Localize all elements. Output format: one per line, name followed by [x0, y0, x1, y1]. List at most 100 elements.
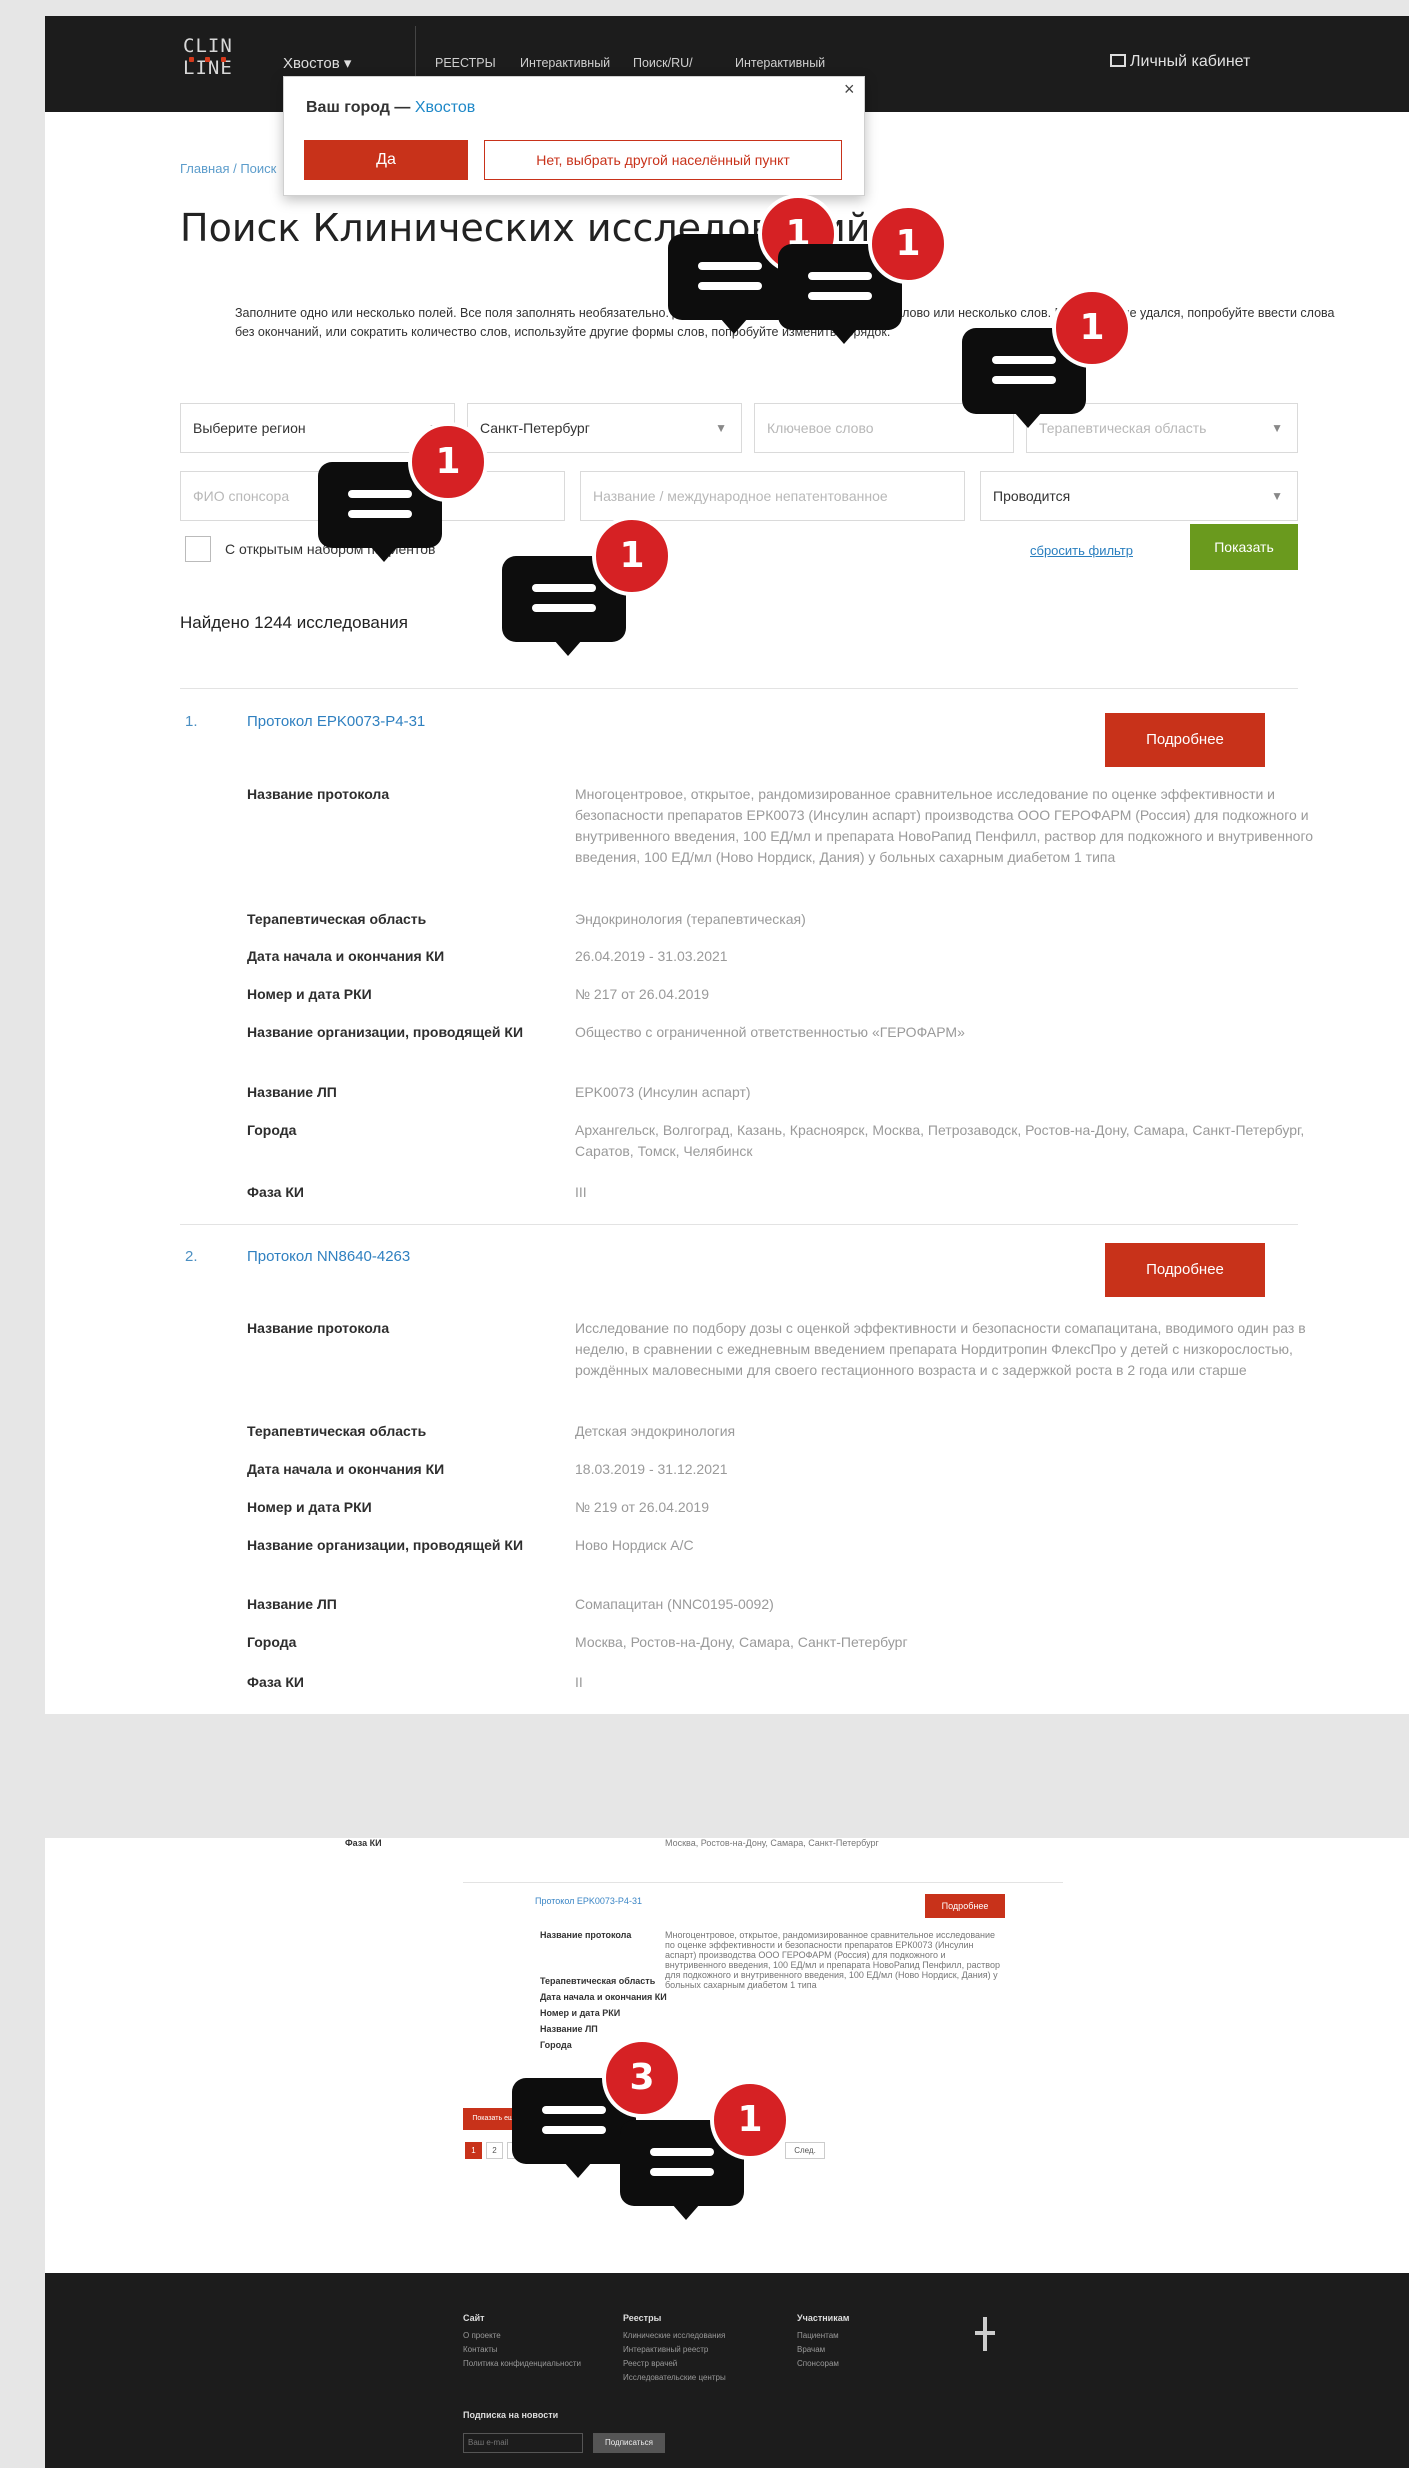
field-label: Города — [540, 2040, 572, 2050]
choose-other-city-button[interactable]: Нет, выбрать другой населённый пункт — [484, 140, 842, 180]
status-select[interactable]: Проводится ▼ — [980, 471, 1298, 521]
field-value: Многоцентровое, открытое, рандомизирован… — [575, 786, 1314, 865]
field-label: Дата начала и окончания КИ — [540, 1992, 667, 2002]
field-label: Название протокола — [540, 1930, 632, 1940]
field-value: Детская эндокринология — [575, 1423, 736, 1439]
nav-link-registries[interactable]: РЕЕСТРЫ — [435, 56, 496, 70]
clinline-logo[interactable]: CLIN LINE — [175, 32, 245, 100]
result-title-link[interactable]: Протокол EPK0073-P4-31 — [247, 713, 425, 730]
field-label: Название организации, проводящей КИ — [247, 1024, 524, 1040]
next-page-button[interactable]: След. — [785, 2142, 825, 2159]
field-value: Общество с ограниченной ответственностью… — [575, 1024, 965, 1040]
drug-name-input[interactable]: Название / международное непатентованное — [580, 471, 965, 521]
city-select[interactable]: Санкт-Петербург ▼ — [467, 403, 742, 453]
comment-count-badge: 1 — [408, 422, 488, 502]
city-switcher[interactable]: Хвостов ▾ — [283, 54, 351, 72]
field-value: EPK0073 (Инсулин аспарт) — [575, 1084, 751, 1100]
field-value: Москва, Ростов-на-Дону, Самара, Санкт-Пе… — [665, 1838, 879, 1848]
email-field[interactable]: Ваш e-mail — [463, 2433, 583, 2453]
field-label: Название протокола — [247, 786, 390, 802]
comment-count-badge: 1 — [710, 2080, 790, 2160]
field-label: Номер и дата РКИ — [540, 2008, 621, 2018]
footer-link[interactable]: Интерактивный реестр — [623, 2343, 708, 2357]
detected-city[interactable]: Хвостов — [415, 99, 475, 116]
field-value: № 217 от 26.04.2019 — [575, 986, 710, 1002]
field-value: 18.03.2019 - 31.12.2021 — [575, 1461, 728, 1477]
login-icon — [1110, 54, 1126, 67]
open-enrollment-checkbox[interactable] — [185, 536, 211, 562]
footer-link[interactable]: Политика конфиденциальности — [463, 2357, 581, 2371]
field-label: Фаза КИ — [247, 1674, 304, 1690]
field-label: Фаза КИ — [247, 1184, 304, 1200]
result-title-link[interactable]: Протокол EPK0073-P4-31 — [535, 1896, 642, 1906]
footer-link[interactable]: О проекте — [463, 2329, 501, 2343]
footer-col-title: Сайт — [463, 2313, 485, 2323]
field-value: Многоцентровое, открытое, рандомизирован… — [665, 1930, 1000, 1990]
field-label: Название организации, проводящей КИ — [247, 1537, 524, 1553]
details-button[interactable]: Подробнее — [925, 1894, 1005, 1918]
result-number: 2. — [185, 1248, 198, 1265]
field-label: Дата начала и окончания КИ — [247, 948, 445, 964]
comment-count-badge: 1 — [868, 204, 948, 284]
nav-link-search[interactable]: Поиск/RU/ — [633, 56, 693, 70]
page-button-active[interactable]: 1 — [465, 2142, 482, 2159]
field-label: Название ЛП — [540, 2024, 598, 2034]
field-label: Фаза КИ — [345, 1838, 382, 1848]
field-label: Терапевтическая область — [247, 1423, 427, 1439]
nav-link-interactive[interactable]: Интерактивный — [520, 56, 610, 70]
show-button[interactable]: Показать — [1190, 524, 1298, 570]
page-button[interactable]: 2 — [486, 2142, 503, 2159]
footer-link[interactable]: Врачам — [797, 2343, 825, 2357]
comment-bubble-icon[interactable]: 3 — [512, 2038, 682, 2178]
field-label: Города — [247, 1122, 297, 1138]
field-label: Терапевтическая область — [540, 1976, 656, 1986]
confirm-city-button[interactable]: Да — [304, 140, 468, 180]
reset-filter-link[interactable]: сбросить фильтр — [1030, 543, 1133, 558]
subscribe-title: Подписка на новости — [463, 2410, 559, 2420]
city-confirm-popup: Ваш город — Хвостов × Да Нет, выбрать др… — [283, 76, 865, 196]
close-icon[interactable]: × — [844, 79, 855, 100]
footer-link[interactable]: Реестр врачей — [623, 2357, 677, 2371]
comment-bubble-icon[interactable]: 1 — [620, 2080, 790, 2220]
field-label: Номер и дата РКИ — [247, 986, 372, 1002]
footer-logo-icon — [975, 2317, 995, 2357]
divider — [463, 1882, 1063, 1883]
footer-link[interactable]: Спонсорам — [797, 2357, 839, 2371]
details-button[interactable]: Подробнее — [1105, 1243, 1265, 1297]
personal-cabinet-link[interactable]: Личный кабинет — [1110, 53, 1250, 71]
details-button[interactable]: Подробнее — [1105, 713, 1265, 767]
field-value: № 219 от 26.04.2019 — [575, 1499, 710, 1515]
footer-link[interactable]: Контакты — [463, 2343, 498, 2357]
comment-count-badge: 1 — [1052, 288, 1132, 368]
results-count: Найдено 1244 исследования — [180, 613, 408, 632]
comment-bubble-icon[interactable]: 1 — [318, 422, 488, 562]
site-footer: Сайт О проекте Контакты Политика конфиде… — [45, 2273, 1409, 2468]
field-value: Москва, Ростов-на-Дону, Самара, Санкт-Пе… — [575, 1634, 908, 1650]
field-label: Терапевтическая область — [247, 911, 427, 927]
comment-bubble-icon[interactable]: 1 — [962, 288, 1132, 428]
field-value: Сомапацитан (NNC0195-0092) — [575, 1596, 774, 1612]
field-label: Название ЛП — [247, 1596, 337, 1612]
field-value: Эндокринология (терапевтическая) — [575, 911, 806, 927]
field-label: Номер и дата РКИ — [247, 1499, 372, 1515]
field-value: II — [575, 1674, 583, 1690]
subscribe-button[interactable]: Подписаться — [593, 2433, 665, 2453]
comment-bubble-icon[interactable]: 1 — [778, 204, 948, 344]
field-label: Название протокола — [247, 1320, 390, 1336]
footer-link[interactable]: Клинические исследования — [623, 2329, 725, 2343]
breadcrumb[interactable]: Главная / Поиск — [180, 161, 276, 176]
cabinet-label: Личный кабинет — [1130, 53, 1251, 70]
comment-count-badge: 3 — [602, 2038, 682, 2118]
result-title-link[interactable]: Протокол NN8640-4263 — [247, 1248, 410, 1265]
divider — [180, 688, 1298, 689]
nav-link-interactive-2[interactable]: Интерактивный — [735, 56, 825, 70]
footer-col-title: Реестры — [623, 2313, 662, 2323]
footer-link[interactable]: Пациентам — [797, 2329, 839, 2343]
city-question: Ваш город — Хвостов — [306, 99, 476, 116]
field-value: Архангельск, Волгоград, Казань, Краснояр… — [575, 1122, 1305, 1159]
comment-bubble-icon[interactable]: 1 — [668, 194, 838, 334]
field-value: Ново Нордиск А/С — [575, 1537, 694, 1553]
comment-bubble-icon[interactable]: 1 — [502, 516, 672, 656]
comment-count-badge: 1 — [592, 516, 672, 596]
footer-link[interactable]: Исследовательские центры — [623, 2371, 726, 2385]
